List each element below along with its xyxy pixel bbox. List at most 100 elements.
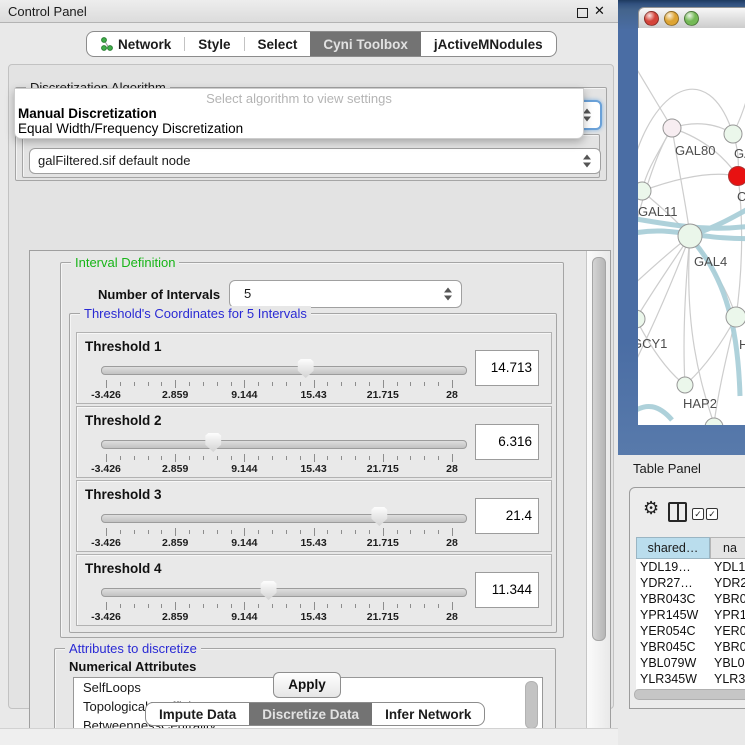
slider-track[interactable] <box>101 588 467 597</box>
table-data-combobox[interactable]: galFiltered.sif default node <box>29 148 601 174</box>
vertical-scrollbar-thumb[interactable] <box>592 257 606 641</box>
table-row[interactable]: YLR345W YLR3 <box>636 671 745 687</box>
slider-track[interactable] <box>101 514 467 523</box>
table-row[interactable]: YDL19… YDL1 <box>636 559 745 575</box>
network-node-h[interactable] <box>726 307 745 327</box>
slider-thumb[interactable] <box>260 581 278 600</box>
slider-ticks <box>77 528 477 537</box>
tab-impute-data[interactable]: Impute Data <box>146 703 249 725</box>
apply-button[interactable]: Apply <box>273 672 341 698</box>
svg-text:GAL11: GAL11 <box>638 204 678 219</box>
threshold-value-field[interactable]: 14.713 <box>475 350 539 386</box>
table-row[interactable]: YPR145W YPR1 <box>636 607 745 623</box>
close-icon[interactable]: ✕ <box>594 3 605 19</box>
settings-scrollpane: Interval Definition Number of Intervals … <box>29 250 611 733</box>
tab-discretize-data[interactable]: Discretize Data <box>249 703 372 725</box>
number-of-intervals-label: Number of Intervals <box>98 287 220 302</box>
interval-definition-title: Interval Definition <box>71 255 179 270</box>
network-node-gal4[interactable] <box>678 224 702 248</box>
number-of-intervals-spinner[interactable]: 5 <box>229 280 462 308</box>
threshold-value-field[interactable]: 6.316 <box>475 424 539 460</box>
network-window[interactable]: GAL80 GA C GAL11 GAL4 GCY1 H HAP2 <box>618 0 745 455</box>
svg-text:H: H <box>739 337 745 352</box>
table-row[interactable]: YBR045C YBR0 <box>636 639 745 655</box>
table-cell[interactable]: YBR045C <box>640 639 708 655</box>
network-node-gal11[interactable] <box>638 182 651 200</box>
network-node-gal80[interactable] <box>663 119 681 137</box>
threshold-value-field[interactable]: 11.344 <box>475 572 539 608</box>
table-cell[interactable]: YDL1 <box>714 559 745 575</box>
network-node[interactable] <box>724 125 742 143</box>
svg-text:GAL80: GAL80 <box>675 143 715 158</box>
table-cell[interactable]: YER0 <box>714 623 745 639</box>
tab-style[interactable]: Style <box>185 32 243 56</box>
dropdown-item-manual-discretization[interactable]: Manual Discretization <box>18 106 157 121</box>
table-cell[interactable]: YBR0 <box>714 591 745 607</box>
network-canvas[interactable]: GAL80 GA C GAL11 GAL4 GCY1 H HAP2 <box>638 28 745 425</box>
threshold-row: Threshold 3-3.4262.8599.14415.4321.71528… <box>76 480 552 552</box>
slider-thumb[interactable] <box>204 433 222 452</box>
checkbox-icon[interactable]: ✓ <box>692 508 704 520</box>
list-scrollbar[interactable] <box>525 681 538 729</box>
table-row[interactable]: YBL079W YBL0 <box>636 655 745 671</box>
cyni-bottom-tabs: Impute Data Discretize Data Infer Networ… <box>145 702 485 726</box>
tab-network[interactable]: Network <box>87 32 184 56</box>
minimize-window-icon[interactable] <box>664 11 679 26</box>
split-view-icon[interactable] <box>668 502 687 522</box>
slider-track[interactable] <box>101 366 467 375</box>
table-cell[interactable]: YPR1 <box>714 607 745 623</box>
application-root: Control Panel ✕ Network Style Select Cyn… <box>0 0 745 745</box>
vertical-scrollbar[interactable] <box>586 251 610 730</box>
network-node-hap2[interactable] <box>677 377 693 393</box>
table-row[interactable]: YER054C YER0 <box>636 623 745 639</box>
thresholds-group: Threshold's Coordinates for 5 Intervals … <box>69 313 557 633</box>
slider-track[interactable] <box>101 440 467 449</box>
svg-text:GAL4: GAL4 <box>694 254 727 269</box>
network-node[interactable] <box>705 418 723 425</box>
checkbox-icon[interactable]: ✓ <box>706 508 718 520</box>
column-header-shared-name[interactable]: shared… <box>636 537 710 559</box>
dropdown-item-equal-width[interactable]: Equal Width/Frequency Discretization <box>18 121 243 136</box>
zoom-window-icon[interactable] <box>684 11 699 26</box>
gear-icon[interactable]: ⚙ <box>643 499 659 517</box>
tab-infer-network[interactable]: Infer Network <box>372 703 484 725</box>
float-window-icon[interactable] <box>577 8 588 18</box>
table-cell[interactable]: YLR3 <box>714 671 745 687</box>
panel-title: Control Panel <box>8 4 87 19</box>
table-cell[interactable]: YER054C <box>640 623 708 639</box>
table-row[interactable]: YBR043C YBR0 <box>636 591 745 607</box>
tab-select[interactable]: Select <box>245 32 311 56</box>
table-cell[interactable]: YBL079W <box>640 655 708 671</box>
network-node-labels: GAL80 GA C GAL11 GAL4 GCY1 H HAP2 <box>638 143 745 411</box>
table-cell[interactable]: YBR043C <box>640 591 708 607</box>
combo-arrows-icon <box>583 109 591 122</box>
table-cell[interactable]: YDR27… <box>640 575 708 591</box>
slider-thumb[interactable] <box>297 359 315 378</box>
threshold-label: Threshold 3 <box>85 487 162 502</box>
table-cell[interactable]: YDL19… <box>640 559 708 575</box>
cyni-toolbox-panel: Discretization Algorithm Table Data galF… <box>8 64 614 709</box>
table-cell[interactable]: YDR2 <box>714 575 745 591</box>
network-node-selected[interactable] <box>729 167 745 186</box>
close-window-icon[interactable] <box>644 11 659 26</box>
table-cell[interactable]: YPR145W <box>640 607 708 623</box>
svg-text:GCY1: GCY1 <box>638 336 667 351</box>
tab-cyni-toolbox[interactable]: Cyni Toolbox <box>310 32 421 56</box>
slider-thumb[interactable] <box>370 507 388 526</box>
tab-network-label: Network <box>118 37 171 52</box>
table-cell[interactable]: YBL0 <box>714 655 745 671</box>
horizontal-scrollbar[interactable] <box>634 689 745 700</box>
threshold-row: Threshold 2-3.4262.8599.14415.4321.71528… <box>76 406 552 478</box>
table-cell[interactable]: YLR345W <box>640 671 708 687</box>
network-node-gcy1[interactable] <box>638 310 645 328</box>
table-body[interactable]: YDL19…YDL1YDR27…YDR2YBR043CYBR0YPR145WYP… <box>636 559 745 689</box>
table-cell[interactable]: YBR0 <box>714 639 745 655</box>
svg-text:HAP2: HAP2 <box>683 396 717 411</box>
attributes-title: Attributes to discretize <box>65 641 201 656</box>
column-header-name[interactable]: na <box>710 537 745 559</box>
threshold-value-field[interactable]: 21.4 <box>475 498 539 534</box>
dropdown-placeholder-item[interactable]: Select algorithm to view settings <box>15 91 583 106</box>
network-window-titlebar[interactable] <box>638 7 745 29</box>
table-row[interactable]: YDR27… YDR2 <box>636 575 745 591</box>
tab-jactivemnodules[interactable]: jActiveMNodules <box>421 32 556 56</box>
